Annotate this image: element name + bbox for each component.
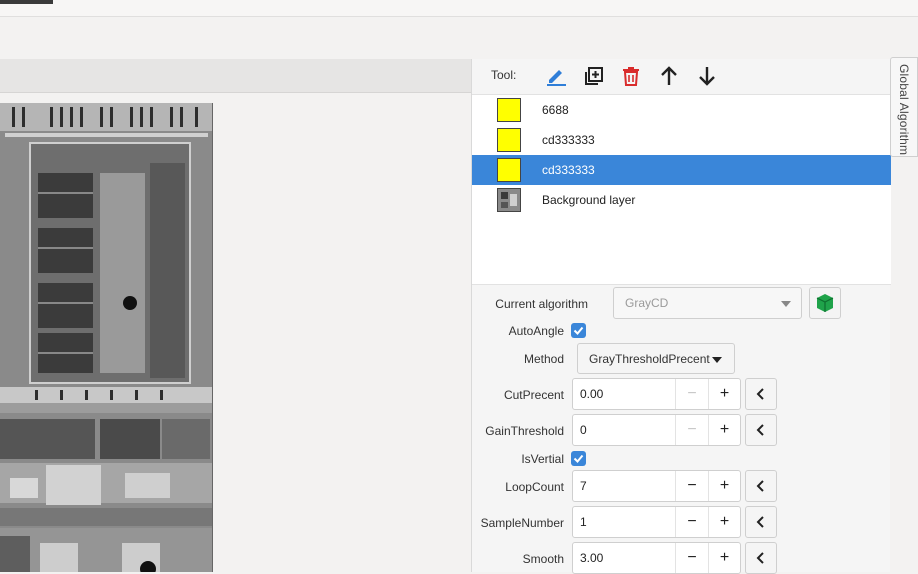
chevron-down-icon	[781, 301, 791, 307]
gain-threshold-stepper[interactable]: 0 − +	[572, 414, 741, 446]
increment-button[interactable]: +	[708, 471, 740, 501]
layer-name: Background layer	[542, 193, 636, 207]
layer-name: cd333333	[542, 163, 595, 177]
decrement-button[interactable]: −	[676, 379, 708, 409]
current-algorithm-select[interactable]: GrayCD	[613, 287, 802, 319]
tool-label: Tool:	[491, 68, 517, 82]
current-algorithm-label: Current algorithm	[495, 297, 588, 311]
global-algorithm-tab[interactable]: Global Algorithm	[890, 57, 918, 157]
delete-layer-button[interactable]	[618, 63, 644, 89]
sample-number-input[interactable]: 1	[573, 507, 676, 537]
method-value: GrayThresholdPrecent	[589, 352, 710, 366]
layer-toolbar: Tool:	[472, 59, 891, 94]
layer-row[interactable]: Background layer	[472, 185, 891, 215]
layer-list: 6688 cd333333 cd333333 Background layer	[472, 94, 891, 285]
sample-number-stepper[interactable]: 1 − +	[572, 506, 741, 538]
auto-angle-label: AutoAngle	[508, 324, 564, 338]
method-dropdown[interactable]: GrayThresholdPrecent	[577, 343, 735, 374]
algorithm-properties: Current algorithm GrayCD AutoAngle Metho…	[472, 285, 891, 574]
cut-precent-label: CutPrecent	[503, 388, 564, 402]
caret-down-icon	[712, 357, 722, 363]
edit-icon	[547, 70, 566, 86]
title-bar	[0, 0, 918, 17]
add-layer-button[interactable]	[581, 63, 607, 89]
gain-threshold-input[interactable]: 0	[573, 415, 676, 445]
window-tab-indicator[interactable]	[0, 0, 53, 4]
loop-count-input[interactable]: 7	[573, 471, 676, 501]
canvas-header-bar	[0, 59, 471, 93]
layer-color-swatch	[497, 98, 521, 122]
delete-icon	[623, 67, 639, 86]
sample-number-reset-button[interactable]	[745, 506, 777, 538]
cut-precent-reset-button[interactable]	[745, 378, 777, 410]
move-up-icon	[661, 66, 677, 85]
decrement-button[interactable]: −	[676, 507, 708, 537]
chevron-left-icon	[756, 552, 764, 564]
algorithm-cube-button[interactable]	[809, 287, 841, 319]
chevron-left-icon	[756, 424, 764, 436]
current-algorithm-value: GrayCD	[625, 296, 669, 310]
move-down-button[interactable]	[694, 63, 720, 89]
smooth-label: Smooth	[522, 552, 564, 566]
edit-button[interactable]	[543, 63, 569, 89]
cube-icon	[816, 294, 834, 312]
chevron-left-icon	[756, 388, 764, 400]
gain-threshold-reset-button[interactable]	[745, 414, 777, 446]
chevron-left-icon	[756, 480, 764, 492]
sample-number-label: SampleNumber	[480, 516, 564, 530]
smooth-input[interactable]: 3.00	[573, 543, 676, 573]
is-vertial-label: IsVertial	[521, 452, 564, 466]
decrement-button[interactable]: −	[676, 415, 708, 445]
loop-count-stepper[interactable]: 7 − +	[572, 470, 741, 502]
loop-count-reset-button[interactable]	[745, 470, 777, 502]
increment-button[interactable]: +	[708, 415, 740, 445]
gain-threshold-label: GainThreshold	[485, 424, 564, 438]
background-thumbnail-icon	[497, 188, 521, 212]
cut-precent-stepper[interactable]: 0.00 − +	[572, 378, 741, 410]
smooth-stepper[interactable]: 3.00 − +	[572, 542, 741, 574]
method-label: Method	[523, 352, 564, 366]
global-algorithm-tab-label: Global Algorithm	[897, 64, 911, 156]
move-down-icon	[699, 67, 715, 86]
layer-row[interactable]: 6688	[472, 95, 891, 125]
smooth-reset-button[interactable]	[745, 542, 777, 574]
checkmark-icon	[573, 326, 584, 335]
layers-panel: Tool: 6688 cd333333 cd333333 Background …	[471, 59, 891, 574]
chip-image-graphic	[0, 103, 212, 572]
chevron-left-icon	[756, 516, 764, 528]
layer-name: 6688	[542, 103, 569, 117]
decrement-button[interactable]: −	[676, 543, 708, 573]
layer-color-swatch	[497, 158, 521, 182]
chip-die-image[interactable]	[0, 103, 213, 572]
layer-name: cd333333	[542, 133, 595, 147]
auto-angle-checkbox[interactable]	[571, 323, 586, 338]
layer-color-swatch	[497, 128, 521, 152]
decrement-button[interactable]: −	[676, 471, 708, 501]
layer-row[interactable]: cd333333	[472, 125, 891, 155]
increment-button[interactable]: +	[708, 543, 740, 573]
increment-button[interactable]: +	[708, 507, 740, 537]
is-vertial-checkbox[interactable]	[571, 451, 586, 466]
add-layer-icon	[585, 67, 603, 85]
layer-row-selected[interactable]: cd333333	[472, 155, 891, 185]
move-up-button[interactable]	[656, 63, 682, 89]
cut-precent-input[interactable]: 0.00	[573, 379, 676, 409]
loop-count-label: LoopCount	[505, 480, 564, 494]
checkmark-icon	[573, 454, 584, 463]
increment-button[interactable]: +	[708, 379, 740, 409]
